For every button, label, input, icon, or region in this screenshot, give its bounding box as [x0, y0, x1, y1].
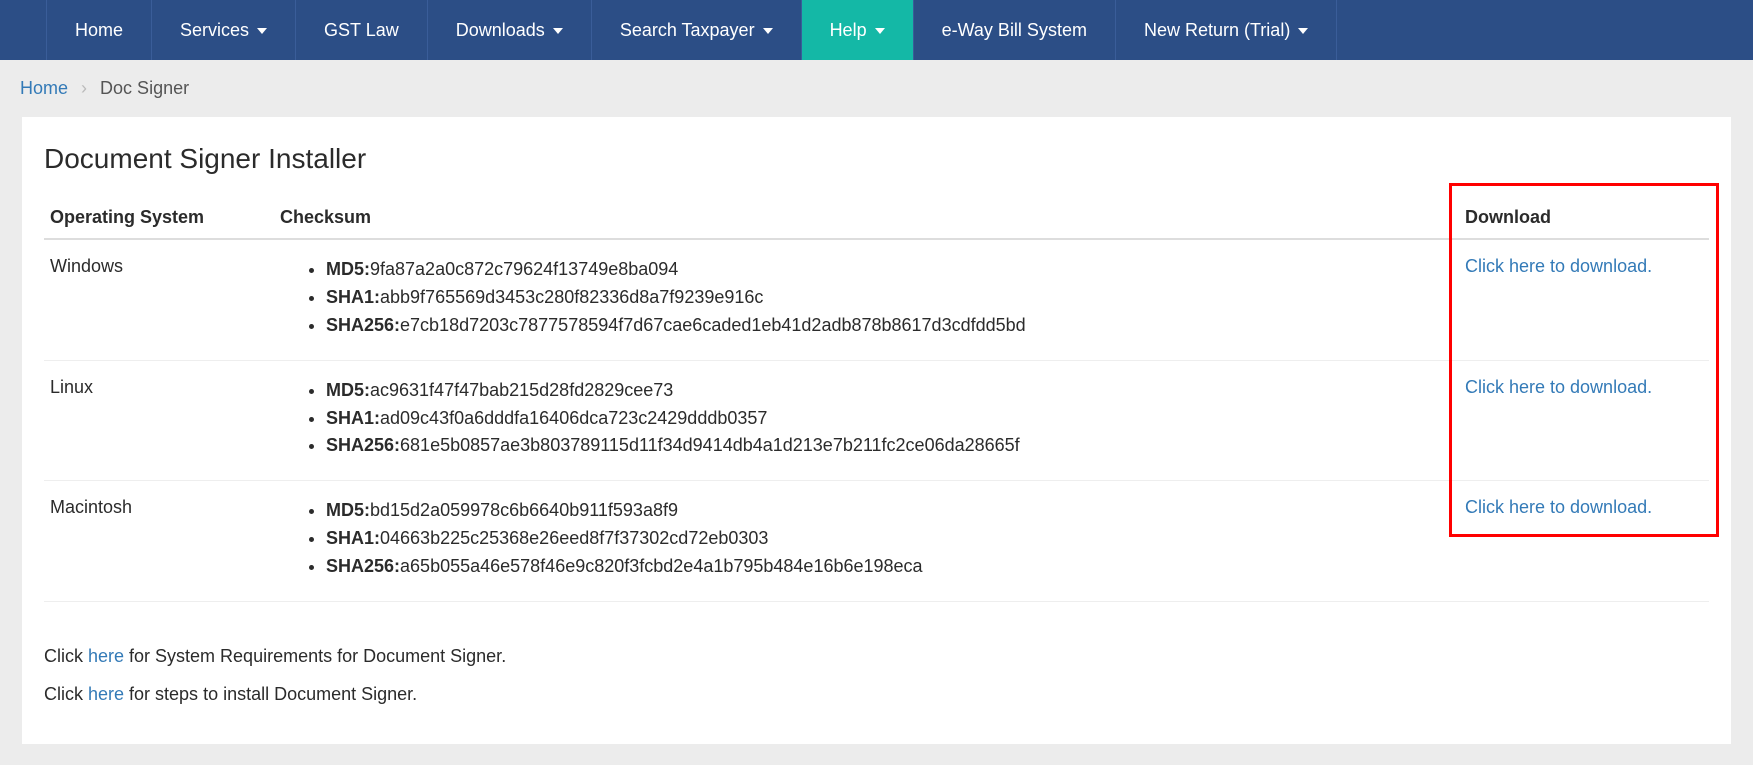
hash-value: ac9631f47f47bab215d28fd2829cee73: [370, 380, 673, 400]
hash-value: ad09c43f0a6dddfa16406dca723c2429dddb0357: [380, 408, 767, 428]
nav-item-e-way-bill-system[interactable]: e-Way Bill System: [913, 0, 1115, 60]
nav-item-label: GST Law: [324, 20, 399, 41]
nav-item-label: Home: [75, 20, 123, 41]
hash-label: SHA1:: [326, 528, 380, 548]
hash-label: SHA256:: [326, 315, 400, 335]
checksum-cell: MD5:ac9631f47f47bab215d28fd2829cee73 SHA1…: [274, 360, 1459, 481]
nav-item-label: New Return (Trial): [1144, 20, 1290, 41]
hash-label: MD5:: [326, 380, 370, 400]
nav-item-label: Help: [830, 20, 867, 41]
hash-value: bd15d2a059978c6b6640b911f593a8f9: [370, 500, 678, 520]
download-cell: Click here to download.: [1459, 360, 1709, 481]
hash-value: abb9f765569d3453c280f82336d8a7f9239e916c: [380, 287, 763, 307]
checksum-cell: MD5:9fa87a2a0c872c79624f13749e8ba094 SHA1…: [274, 239, 1459, 360]
checksum-cell: MD5:bd15d2a059978c6b6640b911f593a8f9 SHA1…: [274, 481, 1459, 602]
os-cell: Linux: [44, 360, 274, 481]
nav-item-gst-law[interactable]: GST Law: [295, 0, 427, 60]
breadcrumb: Home › Doc Signer: [0, 60, 1753, 117]
hash-label: MD5:: [326, 259, 370, 279]
download-link[interactable]: Click here to download.: [1465, 377, 1652, 397]
download-link[interactable]: Click here to download.: [1465, 256, 1652, 276]
nav-item-label: e-Way Bill System: [942, 20, 1087, 41]
os-cell: Macintosh: [44, 481, 274, 602]
chevron-down-icon: [763, 28, 773, 34]
hash-label: SHA1:: [326, 408, 380, 428]
table-header-checksum: Checksum: [274, 197, 1459, 239]
hash-value: a65b055a46e578f46e9c820f3fcbd2e4a1b795b4…: [400, 556, 923, 576]
footer-note: Click here for System Requirements for D…: [44, 638, 1709, 676]
nav-item-home[interactable]: Home: [46, 0, 151, 60]
footer-note-link[interactable]: here: [88, 684, 124, 704]
nav-item-help[interactable]: Help: [801, 0, 913, 60]
footer-note-link[interactable]: here: [88, 646, 124, 666]
hash-label: MD5:: [326, 500, 370, 520]
breadcrumb-current: Doc Signer: [100, 78, 189, 98]
table-row: LinuxMD5:ac9631f47f47bab215d28fd2829cee7…: [44, 360, 1709, 481]
os-cell: Windows: [44, 239, 274, 360]
nav-item-search-taxpayer[interactable]: Search Taxpayer: [591, 0, 801, 60]
nav-item-label: Downloads: [456, 20, 545, 41]
breadcrumb-separator: ›: [81, 78, 87, 98]
main-card: Document Signer Installer Operating Syst…: [22, 117, 1731, 744]
nav-item-label: Search Taxpayer: [620, 20, 755, 41]
nav-item-new-return-trial-[interactable]: New Return (Trial): [1115, 0, 1337, 60]
navbar: Home Services GST Law Downloads Search Taxpa…: [0, 0, 1753, 60]
hash-label: SHA1:: [326, 287, 380, 307]
hash-label: SHA256:: [326, 435, 400, 455]
hash-value: 9fa87a2a0c872c79624f13749e8ba094: [370, 259, 678, 279]
hash-value: e7cb18d7203c7877578594f7d67cae6caded1eb4…: [400, 315, 1026, 335]
table-header-os: Operating System: [44, 197, 274, 239]
nav-item-label: Services: [180, 20, 249, 41]
download-link[interactable]: Click here to download.: [1465, 497, 1652, 517]
hash-value: 681e5b0857ae3b803789115d11f34d9414db4a1d…: [400, 435, 1020, 455]
footer-notes: Click here for System Requirements for D…: [44, 638, 1709, 714]
download-cell: Click here to download.: [1459, 481, 1709, 602]
chevron-down-icon: [875, 28, 885, 34]
chevron-down-icon: [1298, 28, 1308, 34]
table-header-download: Download: [1459, 197, 1709, 239]
nav-item-downloads[interactable]: Downloads: [427, 0, 591, 60]
chevron-down-icon: [257, 28, 267, 34]
downloads-table: Operating System Checksum Download Windo…: [44, 197, 1709, 602]
download-cell: Click here to download.: [1459, 239, 1709, 360]
table-row: MacintoshMD5:bd15d2a059978c6b6640b911f59…: [44, 481, 1709, 602]
nav-item-services[interactable]: Services: [151, 0, 295, 60]
breadcrumb-home-link[interactable]: Home: [20, 78, 68, 98]
page-title: Document Signer Installer: [44, 143, 1709, 175]
hash-value: 04663b225c25368e26eed8f7f37302cd72eb0303: [380, 528, 768, 548]
hash-label: SHA256:: [326, 556, 400, 576]
chevron-down-icon: [553, 28, 563, 34]
footer-note: Click here for steps to install Document…: [44, 676, 1709, 714]
table-row: WindowsMD5:9fa87a2a0c872c79624f13749e8ba…: [44, 239, 1709, 360]
